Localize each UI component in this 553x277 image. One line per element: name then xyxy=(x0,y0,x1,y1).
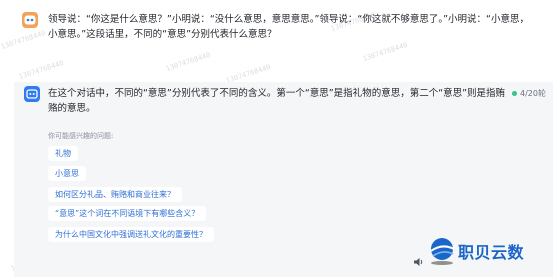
watermark: 13074768440 xyxy=(164,51,212,73)
suggestion-chip[interactable]: 为什么中国文化中强调送礼文化的重要性？ xyxy=(48,227,214,242)
status-dot-icon xyxy=(512,91,517,96)
suggestion-chip[interactable]: “意思”这个词在不同语境下有哪些含义？ xyxy=(48,206,207,221)
speaker-icon[interactable] xyxy=(413,252,425,271)
suggestion-chip[interactable]: 如何区分礼品、贿赂和商业往来？ xyxy=(48,187,182,202)
watermark: 13074768440 xyxy=(0,29,47,51)
watermark: 13074768440 xyxy=(361,41,409,63)
suggestions-title: 你可能感兴趣的问题: xyxy=(48,132,114,140)
brand-logo: 职贝云数 xyxy=(428,233,553,273)
ai-assistant-icon xyxy=(24,86,40,102)
watermark: 13074768440 xyxy=(17,59,65,81)
round-counter-label: 4/20轮 xyxy=(520,89,546,98)
suggestion-chip[interactable]: 小意思 xyxy=(48,166,86,181)
user-message-text: 领导说：“你这是什么意思？”小明说：“没什么意思，意思意思。”领导说：“你这就不… xyxy=(48,14,529,40)
ai-response-text: 在这个对话中，不同的“意思”分别代表了不同的含义。第一个“意思”是指礼物的意思，… xyxy=(48,88,506,114)
robot-face-icon xyxy=(22,12,38,28)
brand-name: 职贝云数 xyxy=(458,243,525,262)
round-counter-badge: 4/20轮 xyxy=(512,88,546,99)
suggestion-chip[interactable]: 礼物 xyxy=(48,146,78,161)
globe-logo-icon xyxy=(430,238,455,265)
